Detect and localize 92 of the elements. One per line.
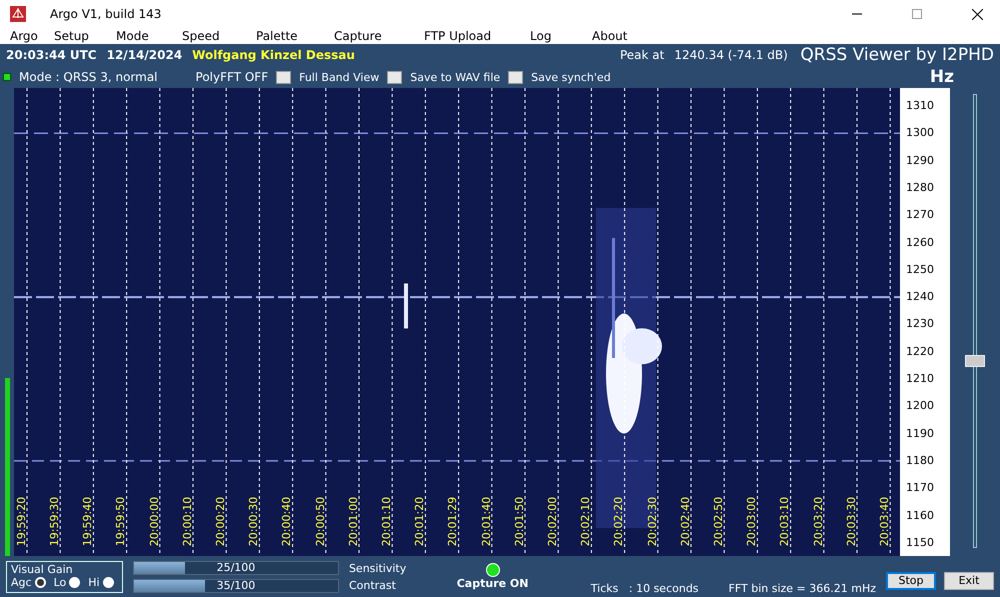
checkbox-label: Full Band View xyxy=(299,70,380,84)
time-label: 20:01:29 xyxy=(448,495,459,548)
frequency-label: 1250 xyxy=(906,262,934,276)
frequency-label: 1180 xyxy=(906,454,934,467)
date: 12/14/2024 xyxy=(106,48,182,62)
checkbox[interactable] xyxy=(276,70,292,84)
close-icon[interactable] xyxy=(972,8,982,20)
frequency-label: 1310 xyxy=(906,99,934,112)
frequency-label: 1210 xyxy=(906,372,934,385)
ticks-info: Ticks : 10 seconds xyxy=(590,582,699,595)
time-label: 20:00:00 xyxy=(148,495,160,548)
menu-item[interactable]: Capture xyxy=(326,29,416,43)
app-brand: QRSS Viewer by I2PHD xyxy=(800,45,994,65)
fft-bin-info: FFT bin size = 366.21 mHz xyxy=(728,582,876,595)
frequency-label: 1170 xyxy=(906,481,934,494)
app-icon xyxy=(10,6,26,22)
time-label: 20:02:50 xyxy=(713,495,724,548)
bar-label: Contrast xyxy=(348,578,397,592)
menu-item[interactable]: Log xyxy=(522,29,584,43)
peak-label: Peak at xyxy=(620,48,664,62)
time-label: 20:03:20 xyxy=(812,495,824,548)
frequency-label: 1270 xyxy=(906,208,934,222)
mode-label: Mode : QRSS 3, normal xyxy=(19,70,158,84)
time-label: 19:59:20 xyxy=(16,495,27,548)
time-label: 20:00:20 xyxy=(215,495,226,548)
time-label: 20:03:40 xyxy=(879,495,890,548)
frequency-label: 1220 xyxy=(906,344,934,358)
level-bar[interactable]: 25/100 xyxy=(132,560,339,574)
time-label: 19:59:30 xyxy=(49,495,60,548)
menu-item[interactable]: FTP Upload xyxy=(416,29,522,43)
polyfft-label: PolyFFT OFF xyxy=(196,70,268,84)
time-label: 20:02:00 xyxy=(547,495,558,548)
unit-label: Hz xyxy=(930,67,954,87)
time-label: 20:03:10 xyxy=(780,495,791,548)
time-label: 20:00:10 xyxy=(182,495,193,548)
action-button[interactable]: Stop xyxy=(886,572,936,590)
menu-item[interactable]: Argo xyxy=(2,29,46,43)
time-label: 20:02:20 xyxy=(614,495,625,548)
frequency-label: 1190 xyxy=(906,426,934,440)
checkbox[interactable] xyxy=(387,70,402,84)
bar-reading: 35/100 xyxy=(216,579,256,592)
frequency-label: 1240 xyxy=(906,290,934,304)
slider-thumb[interactable] xyxy=(965,354,985,367)
time-label: 20:01:50 xyxy=(514,495,525,548)
radio-label: Lo xyxy=(54,576,66,588)
radio-label: Agc xyxy=(11,576,32,588)
peak-value: 1240.34 (-74.1 dB) xyxy=(674,48,788,62)
radio-button[interactable] xyxy=(102,576,114,588)
radio-label: Hi xyxy=(88,576,100,588)
time-label: 20:01:10 xyxy=(381,495,392,548)
time-label: 19:59:50 xyxy=(116,495,127,548)
capture-status: Capture ON xyxy=(456,577,528,590)
bar-reading: 25/100 xyxy=(216,561,256,574)
maximize-icon[interactable] xyxy=(912,9,922,19)
time-label: 20:00:50 xyxy=(314,495,326,548)
checkbox[interactable] xyxy=(508,70,524,84)
frequency-label: 1160 xyxy=(906,508,934,522)
frequency-label: 1290 xyxy=(906,154,934,167)
group-title: Visual Gain xyxy=(11,562,74,576)
menu-item[interactable]: Speed xyxy=(174,29,248,43)
time-label: 20:02:30 xyxy=(646,495,658,548)
time-label: 20:01:40 xyxy=(480,495,492,548)
checkbox-label: Save to WAV file xyxy=(410,70,500,84)
time-label: 20:02:10 xyxy=(580,495,592,548)
frequency-label: 1150 xyxy=(906,536,934,549)
level-bar[interactable]: 35/100 xyxy=(132,578,339,592)
frequency-label: 1300 xyxy=(906,126,934,140)
window-title: Argo V1, build 143 xyxy=(49,7,162,21)
menu-item[interactable]: Mode xyxy=(108,29,174,43)
time-label: 20:02:40 xyxy=(680,495,691,548)
frequency-label: 1230 xyxy=(906,317,934,330)
menu-item[interactable]: About xyxy=(584,29,642,43)
action-button[interactable]: Exit xyxy=(944,572,994,590)
time-label: 19:59:40 xyxy=(82,495,94,548)
baseline-slider[interactable] xyxy=(965,94,985,548)
time-label: 20:03:00 xyxy=(746,495,758,548)
menu-item[interactable]: Palette xyxy=(248,29,326,43)
radio-button[interactable] xyxy=(69,576,80,588)
station-name: Wolfgang Kinzel Dessau xyxy=(192,48,355,62)
time-label: 20:03:30 xyxy=(846,495,857,548)
radio-button[interactable] xyxy=(34,576,46,588)
bar-label: Sensitivity xyxy=(348,562,408,574)
clock-time: 20:03:44 UTC xyxy=(6,48,97,62)
frequency-label: 1200 xyxy=(906,399,934,412)
time-label: 20:01:00 xyxy=(348,495,359,548)
frequency-label: 1260 xyxy=(906,236,934,248)
frequency-label: 1280 xyxy=(906,180,934,194)
time-label: 20:00:30 xyxy=(248,495,260,548)
menu-item[interactable]: Setup xyxy=(46,29,108,43)
time-label: 20:01:20 xyxy=(414,495,426,548)
checkbox-label: Save synch'ed xyxy=(531,70,611,84)
time-label: 20:00:40 xyxy=(282,495,293,548)
